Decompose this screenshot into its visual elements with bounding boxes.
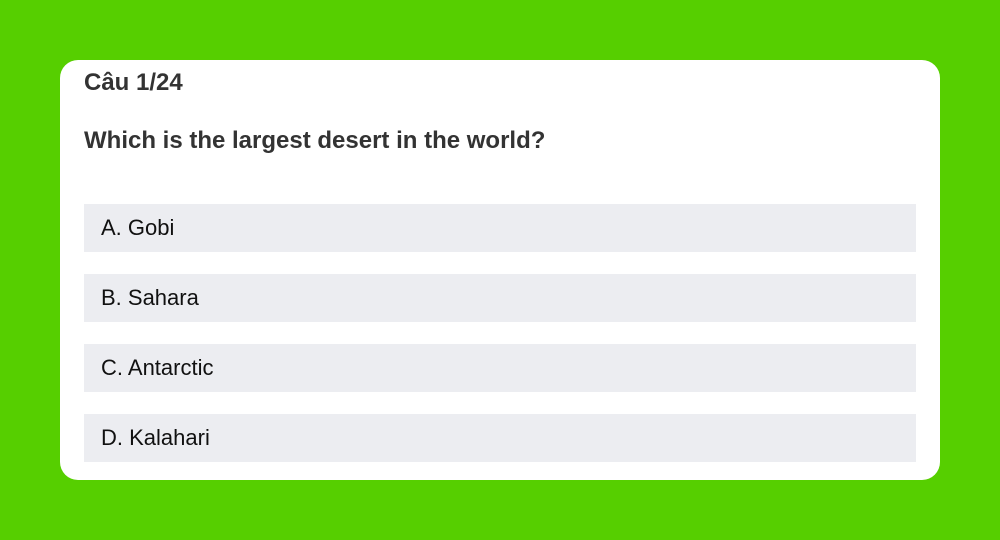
answer-option-label: A. Gobi [101, 215, 175, 240]
answer-options-list: A. Gobi B. Sahara C. Antarctic D. Kalaha… [84, 204, 916, 484]
question-counter: Câu 1/24 [84, 69, 183, 96]
answer-option-label: C. Antarctic [101, 355, 214, 380]
answer-option-label: B. Sahara [101, 285, 199, 310]
question-text: Which is the largest desert in the world… [84, 127, 546, 154]
answer-option-label: D. Kalahari [101, 425, 210, 450]
answer-option-d[interactable]: D. Kalahari [84, 414, 916, 462]
answer-option-b[interactable]: B. Sahara [84, 274, 916, 322]
answer-option-a[interactable]: A. Gobi [84, 204, 916, 252]
answer-option-c[interactable]: C. Antarctic [84, 344, 916, 392]
quiz-card: Câu 1/24 Which is the largest desert in … [60, 60, 940, 480]
